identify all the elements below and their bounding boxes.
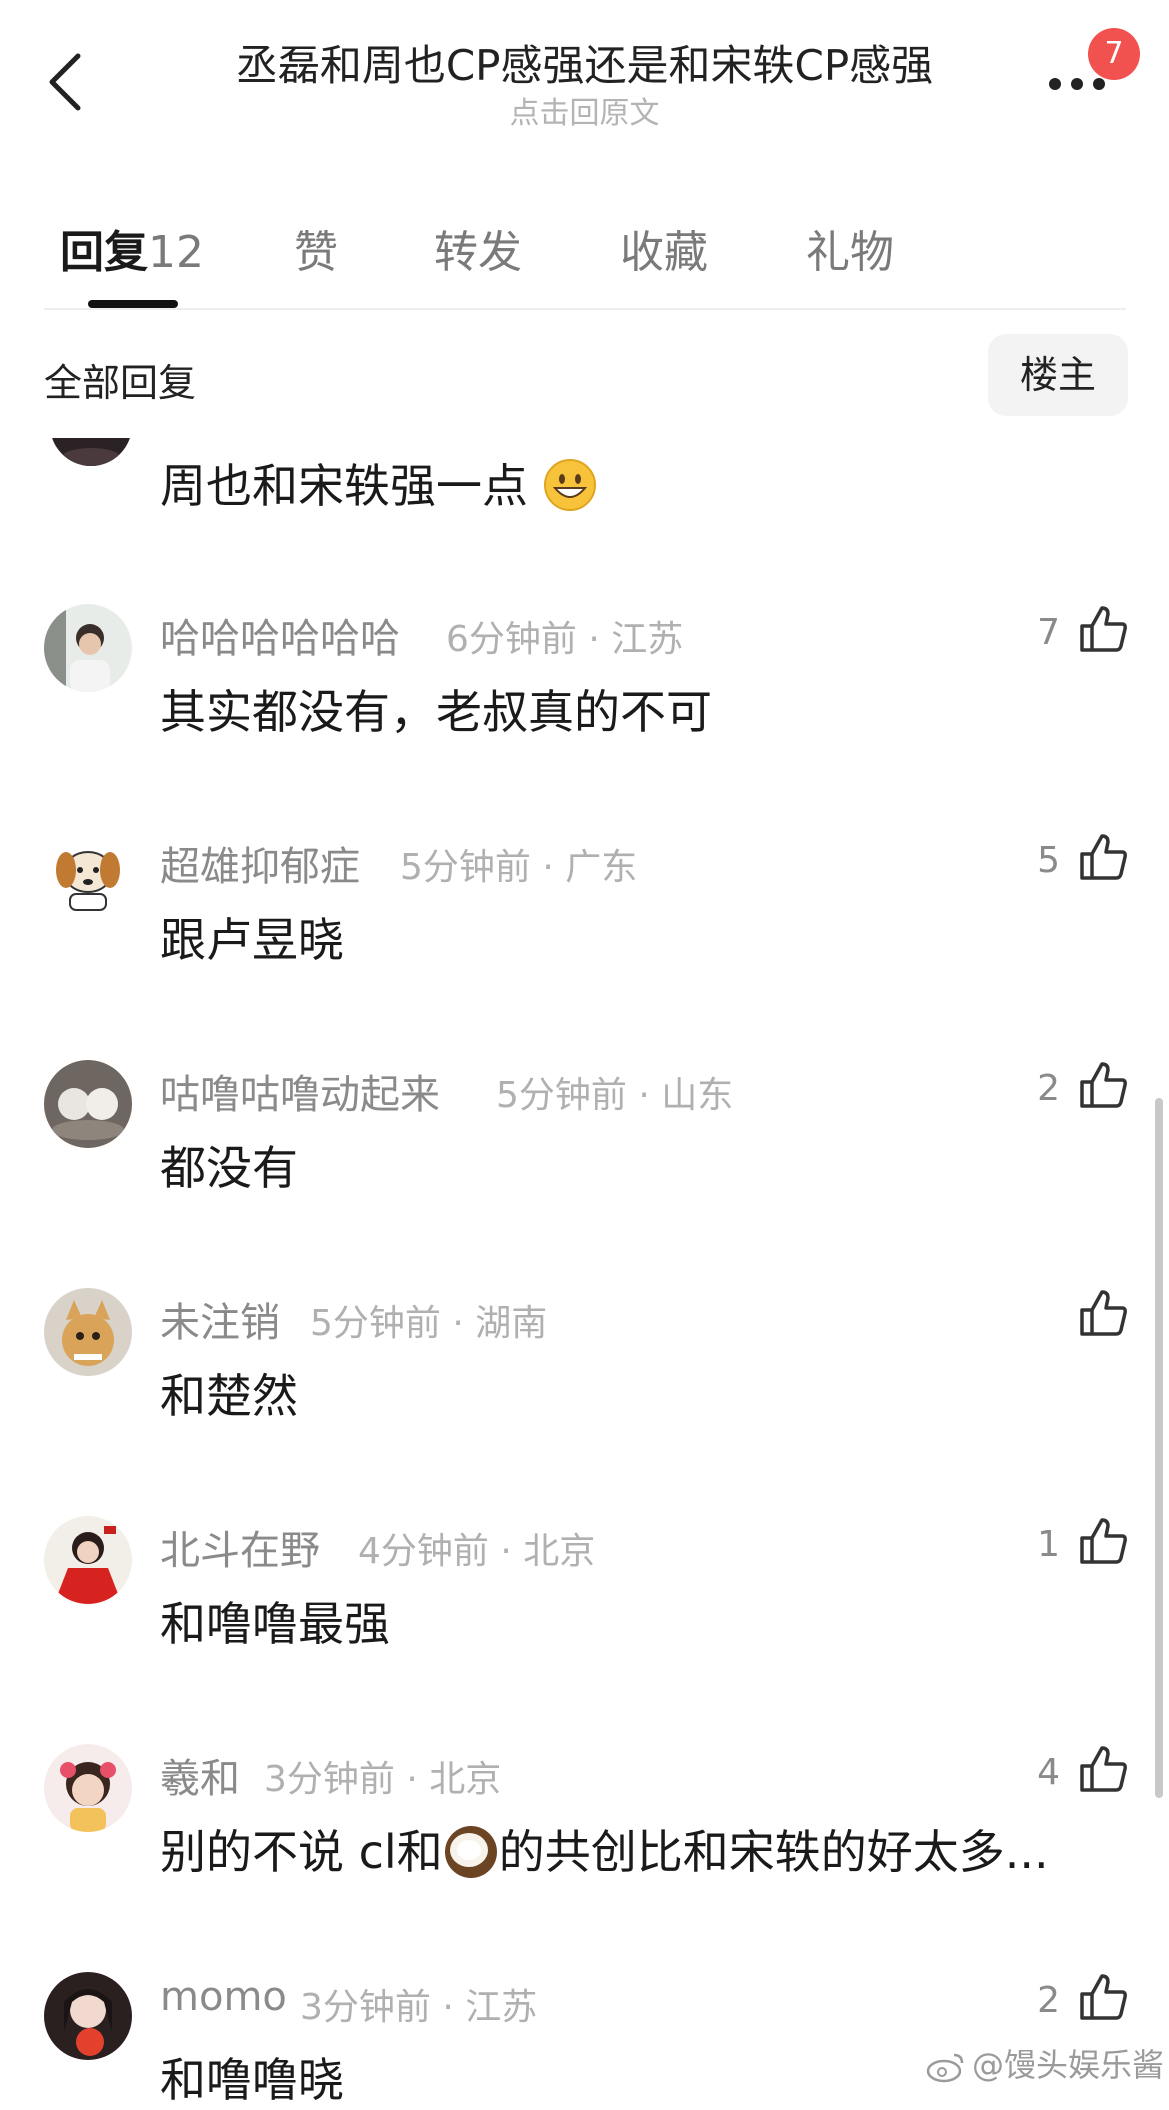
- comment-meta: 6分钟前 · 江苏: [446, 619, 684, 660]
- tab-gifts[interactable]: 礼物: [806, 216, 894, 280]
- owner-only-button[interactable]: 楼主: [988, 334, 1128, 416]
- comment-meta: 3分钟前 · 江苏: [300, 1987, 538, 2028]
- tab-replies-count: 12: [148, 227, 204, 278]
- all-replies-title: 全部回复: [44, 361, 197, 405]
- comment-meta: 5分钟前 · 山东: [496, 1075, 734, 1116]
- coconut-emoji: [444, 1826, 497, 1878]
- back-to-original-link[interactable]: 点击回原文: [160, 88, 1009, 132]
- thumbs-up-icon[interactable]: [1078, 1972, 1128, 2022]
- like-count: 1: [1037, 1524, 1060, 1565]
- comment-meta: 4分钟前 · 北京: [358, 1531, 596, 1572]
- watermark-text: @馒头娱乐酱: [972, 2046, 1165, 2084]
- comment-username[interactable]: 咕噜咕噜动起来: [160, 1062, 440, 1120]
- comment-meta: 3分钟前 · 北京: [264, 1759, 502, 1800]
- like-count: 4: [1037, 1752, 1060, 1793]
- comment-username[interactable]: momo: [160, 1974, 287, 2020]
- comment-meta: 5分钟前 · 广东: [400, 847, 638, 888]
- thumbs-up-icon[interactable]: [1078, 604, 1128, 654]
- thumbs-up-icon[interactable]: [1078, 1060, 1128, 1110]
- comment-text: 和楚然: [160, 1369, 298, 1423]
- post-title[interactable]: 丞磊和周也CP感强还是和宋轶CP感强: [160, 32, 1009, 93]
- comment-text: 周也和宋轶强一点: [160, 459, 528, 513]
- comment-username[interactable]: 哈哈哈哈哈哈: [160, 606, 400, 664]
- comment-text: 别的不说 cl和: [160, 1825, 443, 1879]
- thumbs-up-icon[interactable]: [1078, 832, 1128, 882]
- active-tab-indicator: [88, 300, 178, 308]
- avatar[interactable]: [44, 1972, 132, 2060]
- comment-text: 都没有: [160, 1141, 298, 1195]
- like-count: 2: [1037, 1980, 1060, 2021]
- tab-replies[interactable]: 回复12: [60, 216, 204, 280]
- like-count: 2: [1037, 1068, 1060, 1109]
- comment-username[interactable]: 未注销: [160, 1290, 280, 1348]
- comment-content: 别的不说 cl和 的共创比和宋轶的好太多...: [160, 1816, 1049, 1882]
- avatar[interactable]: [44, 1060, 132, 1148]
- avatar[interactable]: [44, 1744, 132, 1832]
- comment-text: 和噜噜晓: [160, 2053, 344, 2107]
- comment-text: 其实都没有，老叔真的不可: [160, 685, 712, 739]
- thumbs-up-icon[interactable]: [1078, 1744, 1128, 1794]
- tab-reposts[interactable]: 转发: [434, 216, 522, 280]
- like-count: 7: [1037, 612, 1060, 653]
- grinning-face-emoji: [543, 459, 596, 511]
- avatar[interactable]: [44, 832, 132, 920]
- avatar[interactable]: [44, 1516, 132, 1604]
- comment-text: 和噜噜最强: [160, 1597, 390, 1651]
- weibo-logo-icon: [926, 2053, 964, 2083]
- comment-username[interactable]: 北斗在野: [160, 1518, 320, 1576]
- notification-badge: 7: [1088, 28, 1140, 80]
- comment-meta: 5分钟前 · 湖南: [310, 1303, 548, 1344]
- comment-text-continued: 的共创比和宋轶的好太多...: [498, 1825, 1049, 1879]
- comment-username[interactable]: 超雄抑郁症: [160, 834, 360, 892]
- comment-content: 周也和宋轶强一点: [160, 450, 597, 516]
- watermark: @馒头娱乐酱: [926, 2040, 1164, 2086]
- tab-likes[interactable]: 赞: [294, 216, 338, 280]
- avatar[interactable]: [44, 1288, 132, 1376]
- comment-username[interactable]: 羲和: [160, 1746, 240, 1804]
- thumbs-up-icon[interactable]: [1078, 1516, 1128, 1566]
- comment-text: 跟卢昱晓: [160, 913, 344, 967]
- tab-favorites[interactable]: 收藏: [620, 216, 708, 280]
- back-icon[interactable]: [44, 52, 88, 112]
- scrollbar[interactable]: [1155, 1098, 1163, 1798]
- tabs-divider: [44, 308, 1126, 310]
- tab-replies-label: 回复: [60, 227, 148, 278]
- like-count: 5: [1037, 840, 1060, 881]
- thumbs-up-icon[interactable]: [1078, 1288, 1128, 1338]
- avatar[interactable]: [44, 604, 132, 692]
